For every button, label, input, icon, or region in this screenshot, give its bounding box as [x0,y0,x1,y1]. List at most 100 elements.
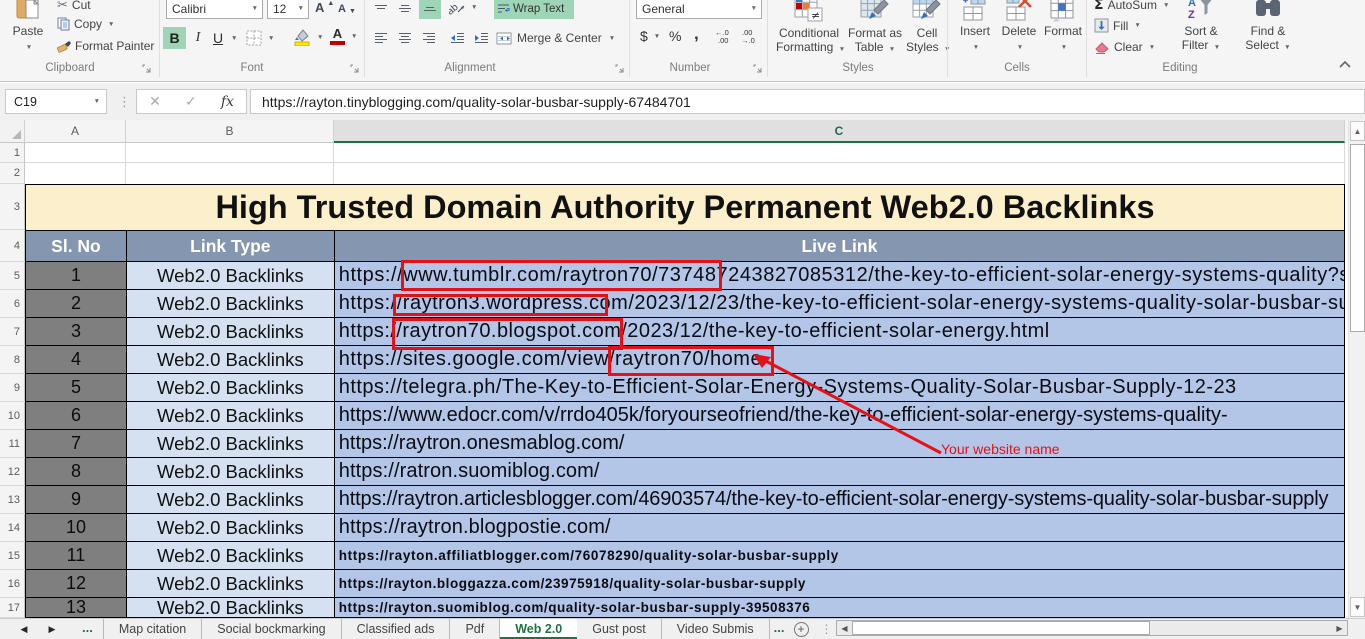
shrink-font-button[interactable]: A▼ [338,2,356,15]
insert-cells-button[interactable]: Insert ▼ [956,0,994,55]
cell-sl-no[interactable]: 2 [26,290,127,318]
alignment-dialog-launcher[interactable] [615,64,625,74]
row-header-12[interactable]: 12 [0,458,24,486]
number-format-combo[interactable]: General ▼ [636,0,762,19]
number-dialog-launcher[interactable] [753,64,763,74]
cell-sl-no[interactable]: 12 [26,570,127,598]
cell-sl-no[interactable]: 9 [26,486,127,514]
row-header-13[interactable]: 13 [0,486,24,514]
table-row[interactable]: 3 Web2.0 Backlinks https://raytron70.blo… [25,318,1345,346]
sheet-nav-more[interactable]: ... [70,619,103,639]
merge-center-button[interactable]: Merge & Center ▼ [496,31,615,45]
empty-cell-a2[interactable] [25,163,126,184]
cell-sl-no[interactable]: 13 [26,598,127,618]
increase-decimal-button[interactable]: ←.0 .00 [714,28,734,44]
orientation-button[interactable]: ab ▼ [449,0,477,15]
cell-sl-no[interactable]: 5 [26,374,127,402]
sheet-tabs-overflow[interactable]: ... [770,619,790,639]
empty-cell-c2[interactable] [334,163,1345,184]
cell-sl-no[interactable]: 3 [26,318,127,346]
find-select-button[interactable]: Find & Select ▼ [1238,0,1298,55]
tabbar-divider-dots[interactable]: ⋮ [821,619,833,639]
cell-link-type[interactable]: Web2.0 Backlinks [127,542,335,570]
cancel-icon[interactable]: ✕ [149,93,161,110]
insert-function-icon[interactable]: fx [221,94,234,110]
collapse-ribbon-button[interactable] [1338,60,1352,69]
row-header-17[interactable]: 17 [0,598,24,618]
sort-filter-button[interactable]: A Z Sort & Filter ▼ [1170,0,1232,55]
clear-button[interactable]: Clear ▼ [1094,40,1155,54]
cut-button[interactable]: ✂ Cut [57,0,91,13]
row-header-15[interactable]: 15 [0,542,24,570]
copy-button[interactable]: Copy ▼ [57,17,114,31]
cell-sl-no[interactable]: 1 [26,262,127,290]
cell-live-link[interactable]: https://raytron.blogpostie.com/ [335,514,1345,542]
table-row[interactable]: 5 Web2.0 Backlinks https://telegra.ph/Th… [25,374,1345,402]
cell-styles-button[interactable]: Cell Styles ▼ [906,0,948,57]
formula-bar-divider-dots[interactable]: ⋮ [118,95,131,108]
bold-button[interactable]: B [163,27,186,49]
decrease-decimal-button[interactable]: .00 →.0 [740,28,760,44]
cell-sl-no[interactable]: 11 [26,542,127,570]
font-color-button[interactable]: A ▼ [330,28,357,45]
accounting-format-button[interactable]: $ ▼ [640,28,660,44]
row-header-5[interactable]: 5 [0,262,24,290]
table-row[interactable]: 12 Web2.0 Backlinks https://rayton.blogg… [25,570,1345,598]
cell-link-type[interactable]: Web2.0 Backlinks [127,346,335,374]
empty-cell-b1[interactable] [126,143,334,163]
font-size-combo[interactable]: 12 ▼ [267,0,309,19]
name-box[interactable]: C19 ▼ [5,89,107,114]
bottom-align-button[interactable] [419,0,441,19]
top-align-button[interactable] [371,0,391,18]
cell-sl-no[interactable]: 6 [26,402,127,430]
middle-align-button[interactable] [395,0,415,18]
cell-link-type[interactable]: Web2.0 Backlinks [127,262,335,290]
horizontal-scrollbar[interactable]: ◀ ▶ [836,620,1348,636]
row-header-9[interactable]: 9 [0,374,24,402]
paste-button[interactable]: Paste ▼ [8,0,48,55]
grow-font-button[interactable]: A▲ [315,0,334,15]
column-header-a[interactable]: A [25,120,126,143]
scroll-up-arrow[interactable]: ▲ [1350,121,1365,141]
table-row[interactable]: 7 Web2.0 Backlinks https://raytron.onesm… [25,430,1345,458]
cell-live-link[interactable]: https://www.edocr.com/v/rrdo405k/foryour… [335,402,1345,430]
cell-live-link[interactable]: https://rayton.bloggazza.com/23975918/qu… [335,570,1345,598]
sheet-tab-social-bockmarking[interactable]: Social bockmarking [202,619,340,639]
borders-button[interactable]: ▼ [246,30,274,46]
new-sheet-button[interactable]: + [794,619,809,639]
row-header-11[interactable]: 11 [0,430,24,458]
sheet-nav-left-arrow[interactable]: ◀ [0,619,34,639]
table-row[interactable]: 11 Web2.0 Backlinks https://rayton.affil… [25,542,1345,570]
cell-link-type[interactable]: Web2.0 Backlinks [127,430,335,458]
sheet-tab-web-2-0[interactable]: Web 2.0 [500,618,577,639]
row-header-8[interactable]: 8 [0,346,24,374]
scroll-right-arrow[interactable]: ▶ [1332,621,1347,635]
cell-link-type[interactable]: Web2.0 Backlinks [127,486,335,514]
cell-link-type[interactable]: Web2.0 Backlinks [127,598,335,618]
delete-cells-button[interactable]: Delete ▼ [999,0,1039,55]
underline-button[interactable]: U [209,27,227,49]
cell-link-type[interactable]: Web2.0 Backlinks [127,402,335,430]
sheet-tab-video-submis[interactable]: Video Submis [662,619,769,639]
table-row[interactable]: 6 Web2.0 Backlinks https://www.edocr.com… [25,402,1345,430]
table-row[interactable]: 2 Web2.0 Backlinks https://raytron3.word… [25,290,1345,318]
column-header-b[interactable]: B [126,120,334,143]
table-row[interactable]: 13 Web2.0 Backlinks https://rayton.suomi… [25,598,1345,618]
column-header-c[interactable]: C [334,120,1345,143]
align-center-button[interactable] [395,28,415,48]
cell-live-link[interactable]: https://raytron.articlesblogger.com/4690… [335,486,1345,514]
cell-link-type[interactable]: Web2.0 Backlinks [127,374,335,402]
cell-sl-no[interactable]: 10 [26,514,127,542]
sheet-nav-right-arrow[interactable]: ▶ [34,619,70,639]
select-all-corner[interactable] [0,120,25,143]
row-header-14[interactable]: 14 [0,514,24,542]
autosum-button[interactable]: Σ AutoSum ▼ [1094,0,1169,13]
fill-button[interactable]: Fill ▼ [1094,18,1141,33]
cell-link-type[interactable]: Web2.0 Backlinks [127,570,335,598]
table-header-row[interactable]: Sl. No Link Type Live Link [25,230,1345,262]
copy-dropdown-arrow[interactable]: ▼ [108,21,114,28]
format-painter-button[interactable]: Format Painter [57,39,154,53]
table-row[interactable]: 10 Web2.0 Backlinks https://raytron.blog… [25,514,1345,542]
row-header-1[interactable]: 1 [0,143,24,163]
empty-cell-b2[interactable] [126,163,334,184]
